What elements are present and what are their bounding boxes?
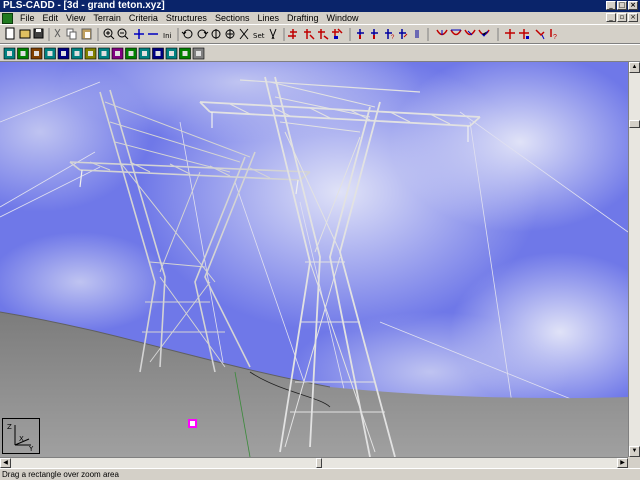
- set-label[interactable]: Set: [253, 32, 265, 40]
- zoom-in-icon[interactable]: [103, 28, 115, 40]
- pan-horizontal-icon[interactable]: [134, 29, 144, 39]
- doc-restore-icon[interactable]: ▫: [617, 13, 627, 22]
- scroll-left-icon[interactable]: ◀: [0, 458, 11, 468]
- scroll-corner: [628, 457, 640, 468]
- svg-text:?: ?: [391, 35, 395, 41]
- view-button-glyph: [128, 51, 134, 56]
- axis-triad: Z X Y: [2, 418, 40, 454]
- copy-icon[interactable]: [66, 28, 77, 40]
- 3d-view[interactable]: Z X Y: [0, 62, 628, 457]
- insulator-icon[interactable]: [357, 29, 364, 39]
- insulator-help-icon[interactable]: ?: [385, 29, 395, 41]
- view-button-glyph: [61, 51, 66, 56]
- view-button-glyph: [34, 51, 39, 56]
- tension-icon[interactable]: [478, 29, 490, 37]
- horizontal-scroll-thumb[interactable]: [316, 458, 322, 468]
- doc-close-icon[interactable]: ×: [628, 13, 638, 22]
- view-button-glyph: [101, 51, 107, 56]
- menu-edit[interactable]: Edit: [39, 12, 63, 24]
- maximize-icon[interactable]: □: [617, 1, 627, 10]
- sag-clear-icon[interactable]: [464, 29, 476, 36]
- menu-window[interactable]: Window: [323, 12, 363, 24]
- menu-terrain[interactable]: Terrain: [89, 12, 125, 24]
- menu-lines[interactable]: Lines: [253, 12, 283, 24]
- view-toolbar-icons: [3, 47, 205, 60]
- minimize-icon[interactable]: _: [606, 1, 616, 10]
- zoom-initial-label[interactable]: Ini: [163, 32, 172, 40]
- axis-y-label: Y: [28, 445, 34, 453]
- scale-icon[interactable]: [239, 28, 249, 40]
- vertical-scroll-thumb[interactable]: [629, 120, 640, 128]
- axis-z-label: Z: [7, 423, 12, 431]
- sag-edit-icon[interactable]: [436, 29, 448, 36]
- paste-icon[interactable]: [81, 28, 92, 40]
- view-button-glyph: [169, 51, 174, 56]
- view-button-glyph: [20, 51, 26, 56]
- vertical-scrollbar[interactable]: ▲ ▼: [628, 62, 640, 457]
- menu-view[interactable]: View: [62, 12, 89, 24]
- scroll-up-icon[interactable]: ▲: [629, 62, 640, 73]
- tension-add-icon[interactable]: [505, 29, 515, 39]
- close-icon[interactable]: ×: [628, 1, 638, 10]
- rotate-up-icon[interactable]: [211, 29, 221, 39]
- view-button-glyph: [74, 51, 80, 56]
- rotate-left-icon[interactable]: [181, 29, 193, 39]
- sag-check-icon[interactable]: [450, 29, 462, 36]
- document-window-controls: _ ▫ ×: [606, 13, 638, 22]
- tension-help-icon[interactable]: [535, 29, 545, 40]
- doc-minimize-icon[interactable]: _: [606, 13, 616, 22]
- view-button-glyph: [115, 51, 120, 56]
- menu-structures[interactable]: Structures: [162, 12, 211, 24]
- structure-string-icon[interactable]: [332, 28, 343, 39]
- window-controls: _ □ ×: [606, 1, 638, 10]
- view-toolbar: [0, 44, 640, 62]
- zoom-out-icon[interactable]: [117, 28, 129, 40]
- view-button-glyph: [196, 51, 201, 56]
- menu-file[interactable]: File: [16, 12, 39, 24]
- new-icon[interactable]: [5, 27, 15, 40]
- view-button-glyph: [155, 51, 161, 56]
- save-icon[interactable]: [33, 28, 44, 39]
- view-button-glyph: [7, 51, 12, 56]
- scene-canvas[interactable]: [0, 62, 628, 457]
- cut-icon[interactable]: [54, 28, 61, 38]
- status-bar: Drag a rectangle over zoom area: [0, 468, 640, 480]
- open-icon[interactable]: [19, 29, 31, 39]
- scroll-down-icon[interactable]: ▼: [629, 446, 640, 457]
- structure-move-icon[interactable]: [304, 29, 315, 40]
- structure-edit-icon[interactable]: [318, 29, 329, 40]
- app-icon[interactable]: [2, 12, 13, 24]
- tension-edit-icon[interactable]: [519, 29, 529, 39]
- view-button-glyph: [47, 51, 53, 56]
- selection-marker[interactable]: [188, 419, 197, 428]
- insulator-add-icon[interactable]: [371, 29, 378, 39]
- rotate-down-icon[interactable]: [225, 29, 235, 39]
- view-button-glyph: [182, 51, 188, 56]
- menu-bar: File Edit View Terrain Criteria Structur…: [0, 12, 640, 24]
- sag-icon[interactable]: [415, 30, 419, 38]
- tension-query-icon[interactable]: ?: [550, 29, 557, 41]
- status-text: Drag a rectangle over zoom area: [2, 470, 119, 479]
- scissors-icon[interactable]: [269, 28, 277, 40]
- axis-x-label: X: [19, 435, 24, 443]
- view-button-glyph: [88, 51, 93, 56]
- menu-drafting[interactable]: Drafting: [283, 12, 323, 24]
- main-toolbar: Ini Set ? ?: [0, 24, 640, 44]
- window-title: PLS-CADD - [3d - grand teton.xyz]: [3, 0, 165, 11]
- rotate-right-icon[interactable]: [197, 29, 209, 39]
- svg-text:?: ?: [553, 34, 557, 41]
- scroll-right-icon[interactable]: ▶: [617, 458, 628, 468]
- toolbar-icons: Ini Set ? ?: [5, 27, 557, 41]
- structure-add-icon[interactable]: [288, 29, 297, 39]
- menu-sections[interactable]: Sections: [211, 12, 254, 24]
- insulator-edit-icon[interactable]: [399, 29, 408, 39]
- window-titlebar: PLS-CADD - [3d - grand teton.xyz] _ □ ×: [0, 0, 640, 12]
- menu-criteria[interactable]: Criteria: [125, 12, 162, 24]
- view-button-glyph: [142, 51, 147, 56]
- horizontal-scrollbar[interactable]: ◀ ▶: [0, 457, 628, 468]
